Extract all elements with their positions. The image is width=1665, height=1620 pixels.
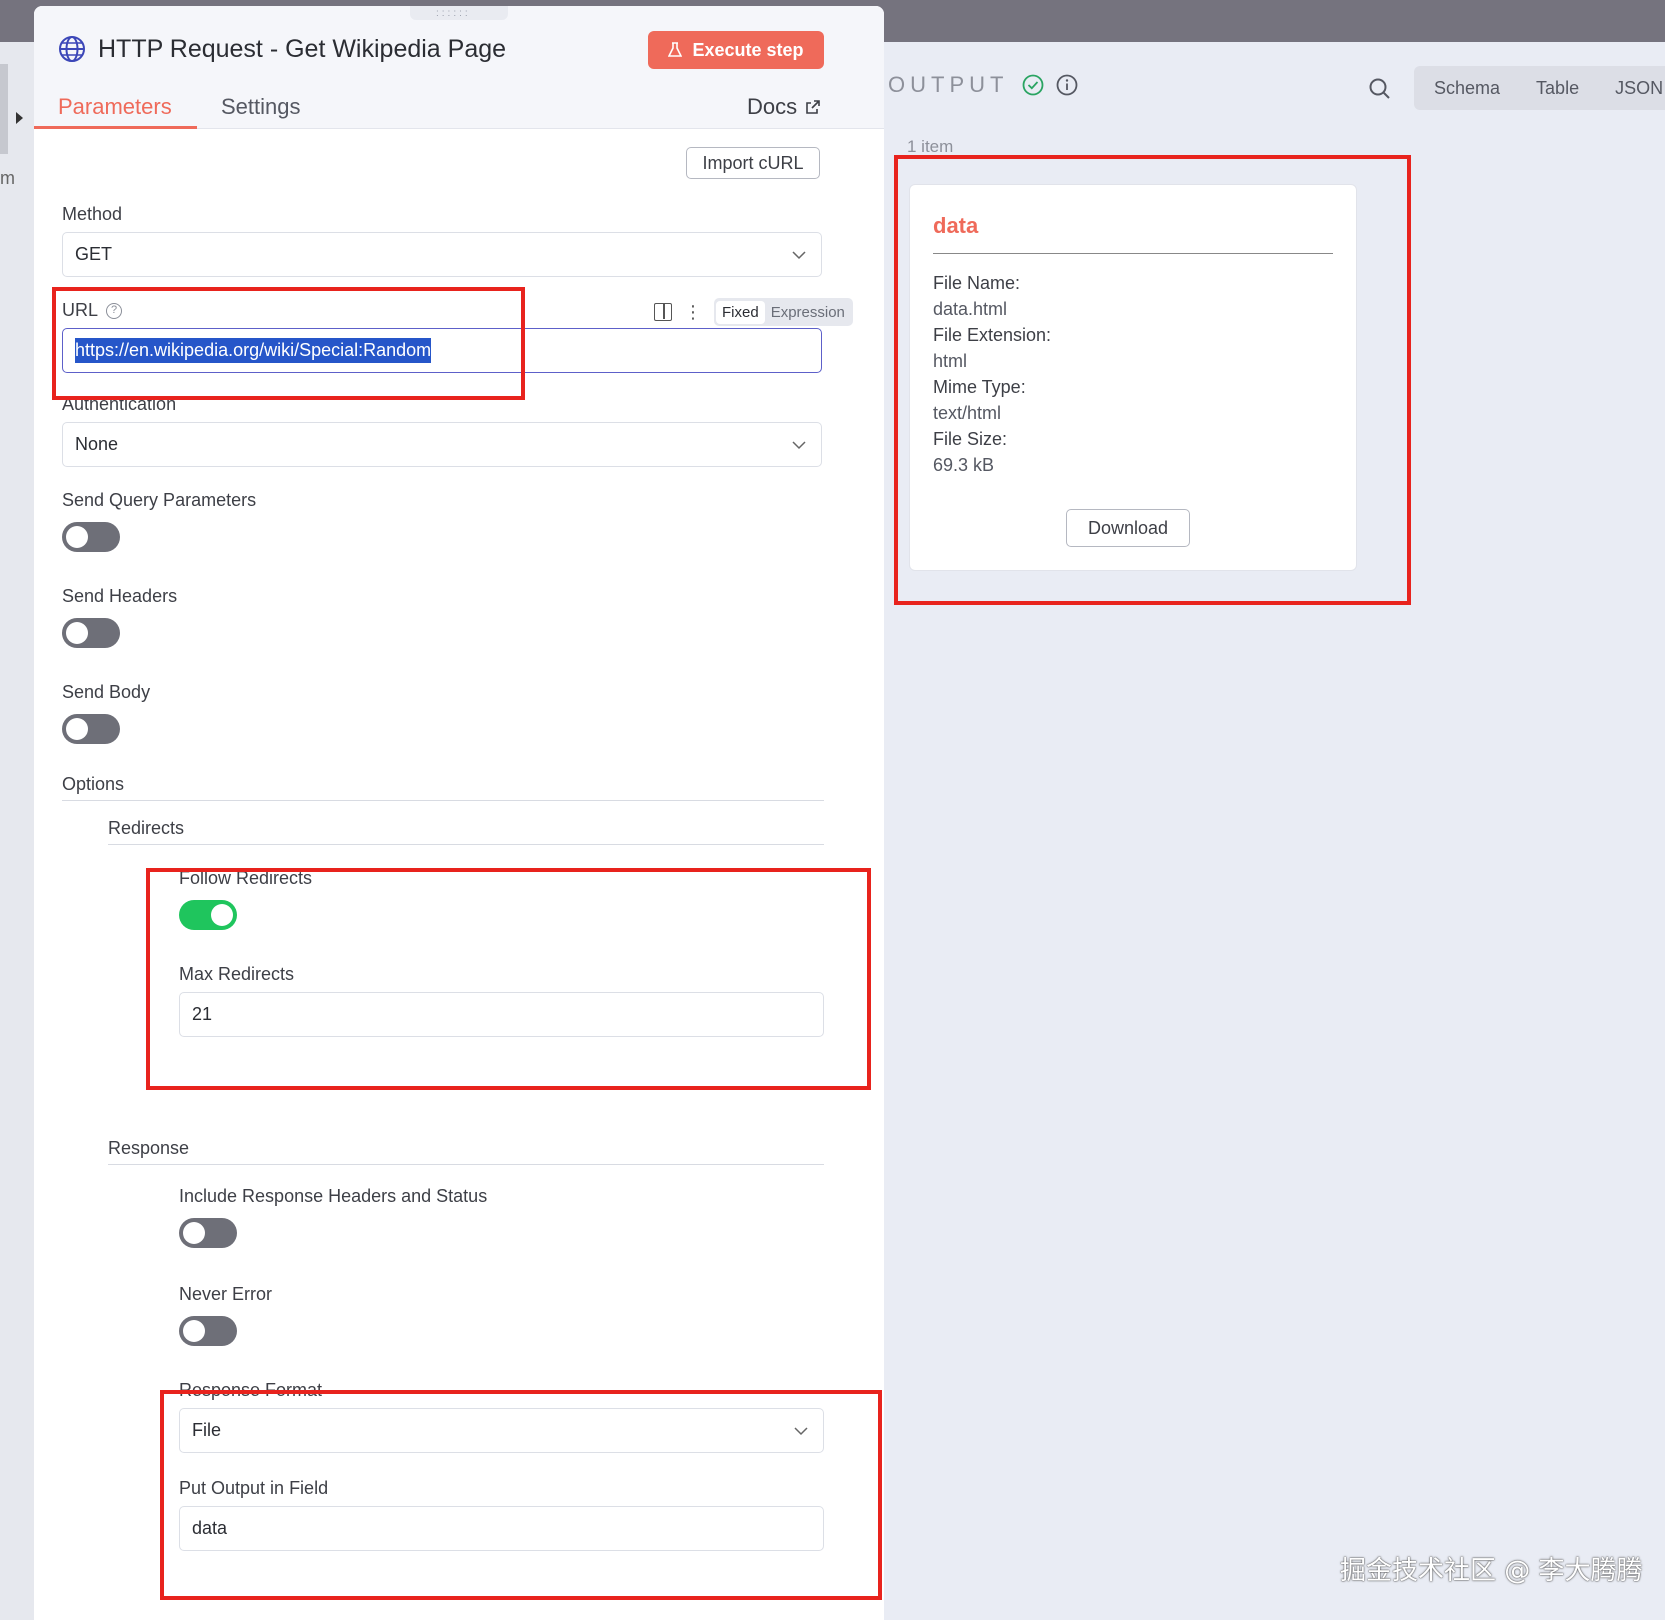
external-link-icon (806, 100, 820, 114)
send-query-label: Send Query Parameters (62, 490, 257, 510)
chevron-down-icon (792, 251, 806, 260)
flask-icon (668, 42, 683, 57)
globe-icon (59, 36, 85, 62)
output-highlight-box (894, 155, 1411, 605)
search-icon[interactable] (1368, 77, 1392, 101)
tab-table[interactable]: Table (1536, 78, 1579, 99)
success-check-icon (1023, 74, 1044, 96)
output-header: OUTPUT (888, 72, 1078, 98)
url-field-tools: ⋮ Fixed Expression (654, 298, 853, 326)
partial-label: m (0, 168, 15, 188)
fixed-option[interactable]: Fixed (716, 300, 765, 324)
chevron-down-icon (792, 441, 806, 450)
more-options-icon[interactable]: ⋮ (684, 303, 702, 321)
include-headers-toggle[interactable] (179, 1218, 237, 1248)
redirects-label: Redirects (108, 818, 185, 838)
never-error-toggle[interactable] (179, 1316, 237, 1346)
method-label: Method (62, 204, 123, 224)
tab-settings[interactable]: Settings (221, 94, 301, 120)
authentication-value: None (75, 434, 119, 454)
open-editor-icon[interactable] (654, 303, 672, 321)
include-headers-label: Include Response Headers and Status (179, 1186, 488, 1206)
node-parameters-panel: :::::: HTTP Request - Get Wikipedia Page… (34, 6, 884, 1620)
fixed-expression-toggle[interactable]: Fixed Expression (714, 298, 853, 326)
options-label: Options (62, 774, 125, 794)
items-count: 1 item (907, 137, 954, 156)
expand-arrow-icon[interactable] (16, 112, 23, 124)
output-view-tabs: Schema Table JSON (1414, 66, 1665, 110)
method-value: GET (75, 244, 113, 264)
never-error-label: Never Error (179, 1284, 273, 1304)
redirects-divider (108, 844, 824, 845)
response-label: Response (108, 1138, 190, 1158)
send-body-toggle[interactable] (62, 714, 120, 744)
execute-step-label: Execute step (692, 39, 804, 60)
url-highlight-box (52, 287, 525, 400)
import-curl-button[interactable]: Import cURL (686, 147, 820, 179)
output-title: OUTPUT (888, 72, 1009, 97)
send-body-label: Send Body (62, 682, 151, 702)
node-title: HTTP Request - Get Wikipedia Page (98, 34, 507, 63)
docs-label: Docs (747, 94, 798, 119)
response-divider (108, 1164, 824, 1165)
send-headers-toggle[interactable] (62, 618, 120, 648)
redirects-highlight-box (146, 868, 871, 1090)
response-format-highlight-box (160, 1390, 882, 1600)
active-tab-indicator (34, 126, 197, 129)
tab-schema[interactable]: Schema (1434, 78, 1500, 99)
node-title-row: HTTP Request - Get Wikipedia Page (58, 32, 506, 66)
options-divider (62, 800, 824, 801)
tab-parameters[interactable]: Parameters (58, 94, 172, 120)
tab-json[interactable]: JSON (1615, 78, 1663, 99)
collapsed-panel-edge (0, 64, 8, 154)
drag-handle[interactable]: :::::: (410, 6, 508, 20)
method-select[interactable]: GET (62, 232, 822, 277)
watermark: 掘金技术社区 @ 李大腾腾 (1340, 1556, 1643, 1586)
expression-option[interactable]: Expression (765, 301, 851, 324)
send-query-toggle[interactable] (62, 522, 120, 552)
docs-link[interactable]: Docs (747, 94, 821, 120)
authentication-select[interactable]: None (62, 422, 822, 467)
execute-step-button[interactable]: Execute step (648, 31, 824, 69)
send-headers-label: Send Headers (62, 586, 178, 606)
canvas-left-strip: m (0, 42, 34, 1620)
info-icon[interactable] (1056, 74, 1078, 96)
